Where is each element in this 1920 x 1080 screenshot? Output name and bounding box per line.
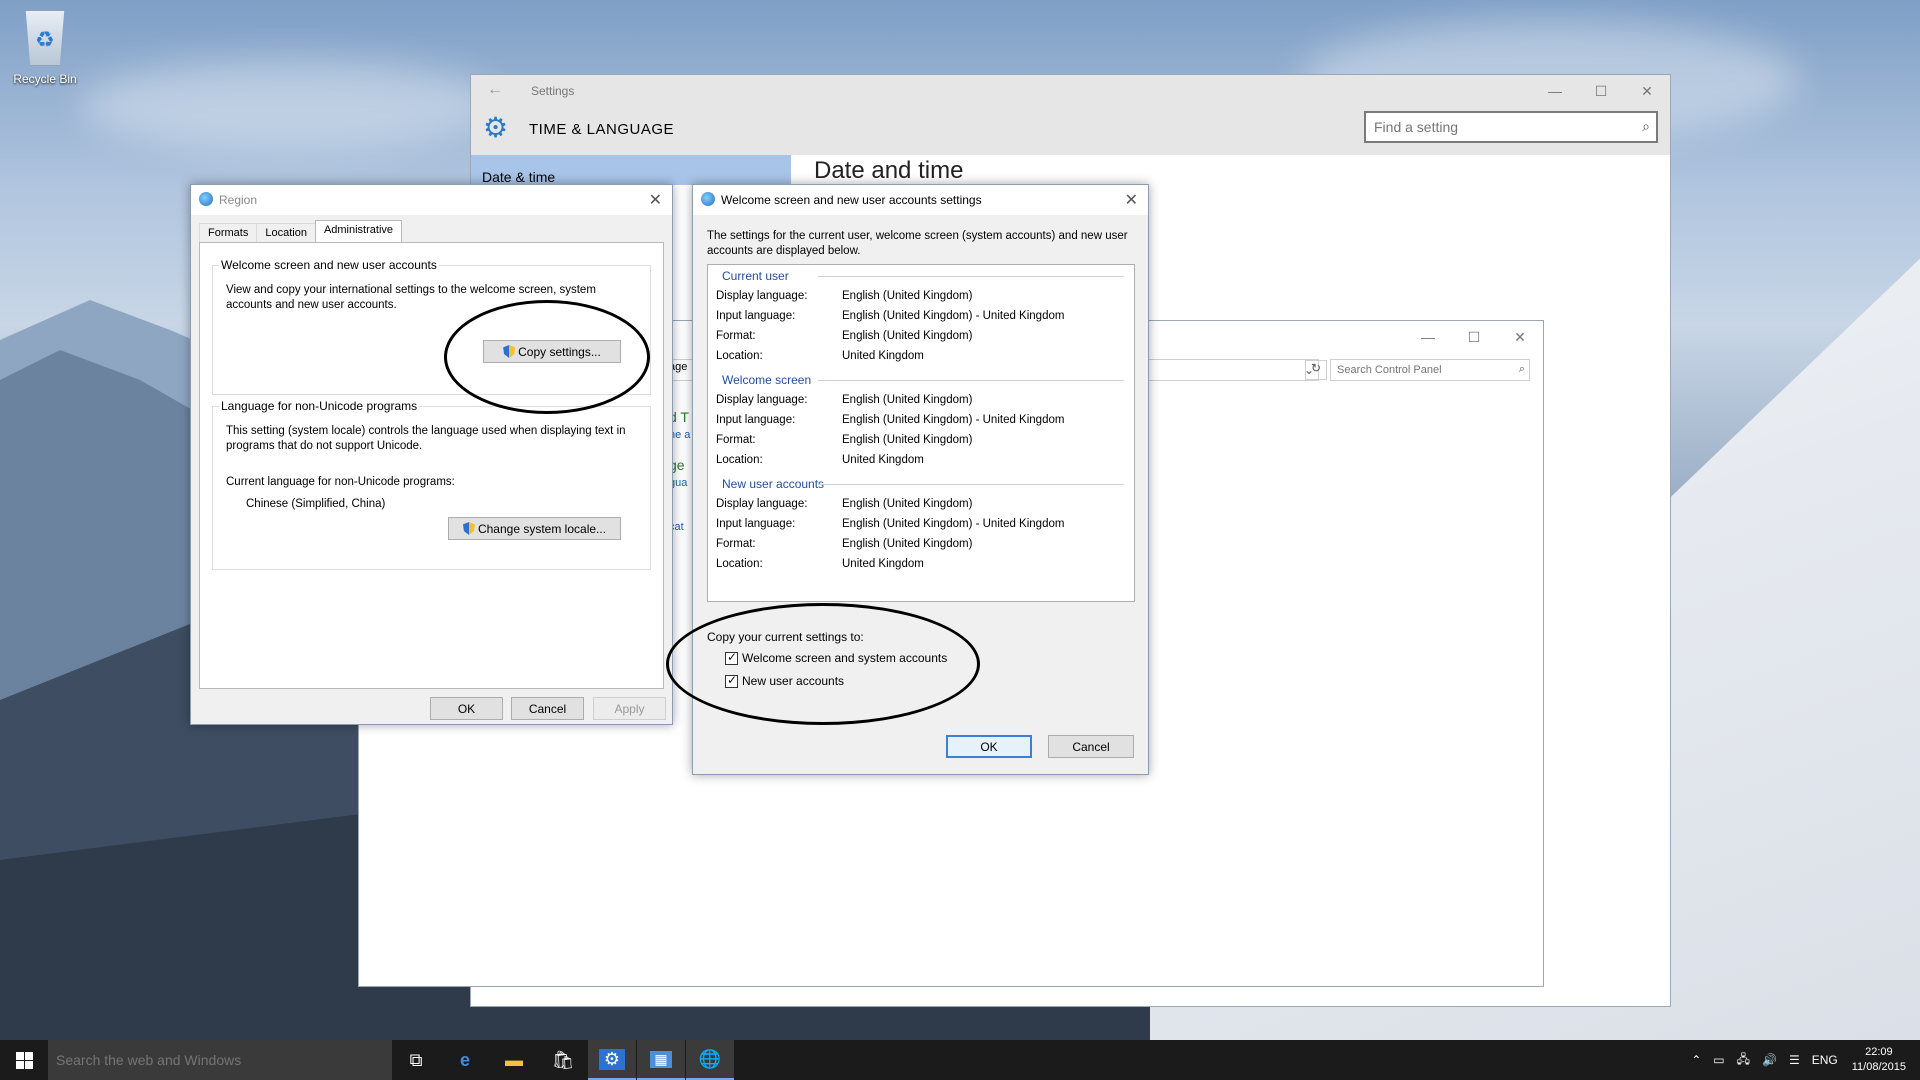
section-divider [818, 276, 1124, 277]
file-explorer-icon[interactable]: ▬ [490, 1040, 538, 1080]
taskbar-search[interactable] [48, 1040, 392, 1080]
action-center-icon[interactable]: ☰ [1789, 1053, 1800, 1067]
ok-button[interactable]: OK [946, 735, 1032, 758]
section-heading: Current user [722, 269, 789, 283]
checkbox-checked-icon[interactable] [725, 650, 738, 665]
close-icon[interactable]: ✕ [1624, 75, 1670, 107]
find-setting-box[interactable]: ⌕ [1364, 111, 1658, 143]
change-system-locale-button[interactable]: Change system locale... [448, 517, 621, 540]
edge-icon[interactable]: e [441, 1040, 489, 1080]
start-button[interactable] [0, 1040, 48, 1080]
welcome-group: Welcome screen and new user accounts Vie… [212, 258, 651, 395]
recycle-bin-label: Recycle Bin [13, 72, 77, 86]
close-icon[interactable]: ✕ [649, 190, 662, 210]
welcome-settings-dialog: Welcome screen and new user accounts set… [692, 184, 1149, 775]
find-setting-input[interactable] [1366, 113, 1616, 141]
refresh-icon[interactable]: ↻ [1305, 360, 1327, 380]
recycle-bin[interactable]: ♻ Recycle Bin [12, 10, 78, 86]
copy-settings-label: Copy settings... [518, 344, 601, 359]
control-panel-search[interactable]: ⌕ [1330, 359, 1530, 381]
settings-titlebar: ← Settings — ☐ ✕ [471, 75, 1670, 107]
section-divider [818, 380, 1124, 381]
region-titlebar: Region ✕ [191, 185, 672, 215]
globe-icon [199, 192, 213, 206]
cancel-button[interactable]: Cancel [511, 697, 584, 720]
search-icon[interactable]: ⌕ [1642, 118, 1650, 135]
copy-settings-button[interactable]: Copy settings... [483, 340, 621, 363]
current-language-value: Chinese (Simplified, China) [246, 498, 386, 510]
settings-window-title: Settings [531, 84, 575, 98]
globe-icon [701, 192, 715, 206]
change-locale-label: Change system locale... [477, 521, 607, 536]
welcome-titlebar: Welcome screen and new user accounts set… [693, 185, 1148, 215]
apply-button[interactable]: Apply [593, 697, 666, 720]
windows-logo-icon [15, 1051, 33, 1069]
region-dialog: Region ✕ Formats Location Administrative… [190, 184, 673, 725]
recycle-bin-icon: ♻ [25, 10, 65, 66]
store-icon[interactable]: 🛍 [539, 1040, 587, 1080]
system-tray: ⌃ ▭ 🖧 🔊 ☰ ENG 22:09 11/08/2015 [1685, 1040, 1920, 1080]
shield-icon [503, 345, 516, 358]
chevron-up-icon[interactable]: ⌃ [1691, 1053, 1701, 1067]
non-unicode-group: Language for non-Unicode programs This s… [212, 399, 651, 570]
checkbox-checked-icon[interactable] [725, 673, 738, 688]
settings-summary-list: Current user Display language: English (U… [707, 264, 1135, 602]
control-panel-search-input[interactable] [1331, 360, 1501, 380]
group-description: View and copy your international setting… [226, 284, 596, 311]
region-title: Region [219, 193, 258, 207]
clock[interactable]: 22:09 11/08/2015 [1852, 1045, 1906, 1075]
section-divider [818, 484, 1124, 485]
group-description: This setting (system locale) controls th… [226, 425, 626, 452]
region-tabs: Formats Location Administrative [199, 220, 403, 243]
network-icon[interactable]: 🖧 [1737, 1050, 1750, 1071]
language-indicator[interactable]: ENG [1812, 1053, 1838, 1067]
nav-item-label: Date & time [482, 169, 556, 185]
administrative-page: Welcome screen and new user accounts Vie… [199, 242, 664, 689]
shield-icon [462, 522, 475, 535]
maximize-icon[interactable]: ☐ [1451, 321, 1497, 353]
group-title: Language for non-Unicode programs [219, 399, 420, 413]
settings-header: ⚙ TIME & LANGUAGE ⌕ [471, 107, 1670, 155]
copy-to-label: Copy your current settings to: [707, 630, 864, 644]
tab-formats[interactable]: Formats [199, 223, 258, 243]
clock-date: 11/08/2015 [1851, 1061, 1906, 1073]
region-taskbar-icon[interactable]: 🌐 [686, 1040, 734, 1080]
close-icon[interactable]: ✕ [1497, 321, 1543, 353]
nav-item-date-time[interactable]: Date & time [471, 155, 791, 185]
control-panel-taskbar-icon[interactable]: ▦ [637, 1040, 685, 1080]
checkbox-label[interactable]: New user accounts [742, 674, 844, 688]
current-language-label: Current language for non-Unicode program… [226, 476, 455, 488]
tab-administrative[interactable]: Administrative [314, 220, 403, 243]
clock-time: 22:09 [1865, 1046, 1893, 1058]
volume-icon[interactable]: 🔊 [1762, 1053, 1777, 1067]
section-heading: New user accounts [722, 477, 825, 491]
task-view-icon[interactable]: ⧉ [392, 1040, 440, 1080]
search-icon[interactable]: ⌕ [1519, 363, 1525, 376]
minimize-icon[interactable]: — [1532, 75, 1578, 107]
gear-icon: ⚙ [483, 112, 509, 143]
ok-button[interactable]: OK [430, 697, 503, 720]
back-arrow-icon[interactable]: ← [487, 81, 503, 99]
minimize-icon[interactable]: — [1405, 321, 1451, 353]
taskbar-search-input[interactable] [48, 1040, 378, 1080]
tab-location[interactable]: Location [256, 223, 316, 243]
new-user-accounts-checkbox[interactable]: New user accounts [725, 673, 844, 688]
settings-taskbar-icon[interactable]: ⚙ [588, 1040, 636, 1080]
section-heading: Welcome screen [722, 373, 812, 387]
group-title: Welcome screen and new user accounts [219, 258, 439, 272]
intro-text: The settings for the current user, welco… [707, 230, 1128, 257]
battery-icon[interactable]: ▭ [1713, 1053, 1724, 1067]
page-title: Date and time [814, 157, 964, 184]
welcome-screen-checkbox[interactable]: Welcome screen and system accounts [725, 650, 947, 665]
maximize-icon[interactable]: ☐ [1578, 75, 1624, 107]
checkbox-label[interactable]: Welcome screen and system accounts [742, 651, 947, 665]
cancel-button[interactable]: Cancel [1048, 735, 1134, 758]
welcome-title: Welcome screen and new user accounts set… [721, 193, 982, 207]
taskbar: ⧉ e ▬ 🛍 ⚙ ▦ 🌐 ⌃ ▭ 🖧 🔊 ☰ ENG 22:09 11/08/… [0, 1040, 1920, 1080]
settings-header-title: TIME & LANGUAGE [529, 121, 675, 138]
close-icon[interactable]: ✕ [1125, 190, 1138, 210]
